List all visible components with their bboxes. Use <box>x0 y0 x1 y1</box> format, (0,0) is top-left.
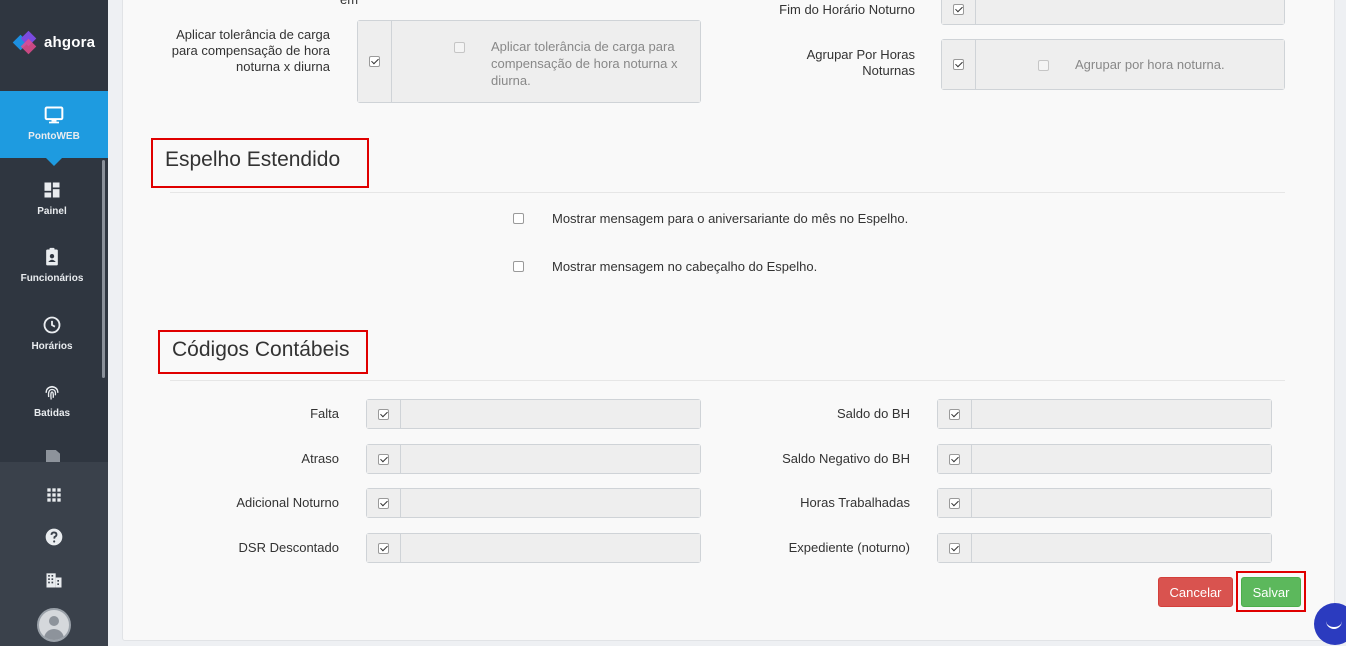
sidebar-item-label: PontoWEB <box>28 131 80 142</box>
agrupar-inner-text: Agrupar por hora noturna. <box>1075 57 1225 72</box>
code-atraso-group <box>366 444 701 474</box>
code-falta-group <box>366 399 701 429</box>
code-atraso-checkbox[interactable] <box>378 453 389 465</box>
code-saldo-bh-checkbox[interactable] <box>949 408 960 420</box>
section-divider <box>170 192 1285 193</box>
code-saldo-bh-input[interactable] <box>972 400 1271 428</box>
code-dsr-group <box>366 533 701 563</box>
sidebar-item-label: Horários <box>31 341 73 352</box>
save-button[interactable]: Salvar <box>1241 577 1301 607</box>
tolerancia-label: Aplicar tolerância de carga para compens… <box>171 27 330 74</box>
code-label-expediente-noturno: Expediente (noturno) <box>788 540 910 555</box>
sidebar-item-painel[interactable]: Painel <box>0 180 104 217</box>
agrupar-label: Agrupar Por Horas Noturnas <box>806 47 915 78</box>
code-saldo-negativo-bh-input[interactable] <box>972 445 1271 473</box>
tolerancia-field[interactable]: Aplicar tolerância de carga para compens… <box>392 21 700 102</box>
sidebar-item-label: Painel <box>37 206 67 217</box>
tolerancia-inner-text: Aplicar tolerância de carga para compens… <box>491 39 678 88</box>
sidebar-item-batidas[interactable]: Batidas <box>0 382 104 419</box>
code-horas-trabalhadas-checkbox[interactable] <box>949 497 960 509</box>
sidebar-item-funcionarios[interactable]: Funcionários <box>0 247 104 284</box>
option-label: Mostrar mensagem para o aniversariante d… <box>552 211 909 226</box>
code-label-adicional-noturno: Adicional Noturno <box>236 495 339 510</box>
apps-grid-icon[interactable] <box>44 485 64 505</box>
code-expediente-noturno-group <box>937 533 1272 563</box>
help-icon[interactable] <box>44 527 64 547</box>
section-divider <box>170 380 1285 381</box>
sidebar-item-horarios[interactable]: Horários <box>0 315 104 352</box>
sidebar-item-label: Batidas <box>33 408 71 419</box>
aniversariante-checkbox[interactable] <box>513 213 524 224</box>
option-label: Mostrar mensagem no cabeçalho do Espelho… <box>552 259 818 274</box>
option-aniversariante[interactable]: Mostrar mensagem para o aniversariante d… <box>513 211 908 226</box>
clock-icon <box>43 316 61 334</box>
sidebar-item-label: Funcionários <box>20 273 84 284</box>
code-saldo-negativo-bh-checkbox[interactable] <box>949 453 960 465</box>
agrupar-input-group: Agrupar por hora noturna. <box>941 39 1285 90</box>
fim-noturno-label: Fim do Horário Noturno <box>779 2 915 17</box>
code-addon <box>367 534 401 562</box>
agrupar-inner-checkbox[interactable] <box>1038 60 1049 71</box>
code-falta-checkbox[interactable] <box>378 408 389 420</box>
code-saldo-bh-group <box>937 399 1272 429</box>
code-expediente-noturno-input[interactable] <box>972 534 1271 562</box>
fim-noturno-input-group <box>941 0 1285 25</box>
code-label-dsr: DSR Descontado <box>238 540 339 555</box>
tolerancia-addon <box>358 21 392 102</box>
code-dsr-input[interactable] <box>401 534 700 562</box>
document-icon[interactable] <box>46 450 60 462</box>
code-saldo-negativo-bh-group <box>937 444 1272 474</box>
code-addon <box>367 400 401 428</box>
badge-icon <box>46 247 58 266</box>
code-addon <box>367 445 401 473</box>
section-title-espelho: Espelho Estendido <box>151 138 369 188</box>
dashboard-icon <box>44 182 60 198</box>
user-avatar-icon[interactable] <box>37 608 71 642</box>
cancel-button[interactable]: Cancelar <box>1158 577 1233 607</box>
agrupar-addon <box>942 40 976 89</box>
code-label-saldo-bh: Saldo do BH <box>837 406 910 421</box>
fim-noturno-addon <box>942 0 976 24</box>
tolerancia-input-group: Aplicar tolerância de carga para compens… <box>357 20 701 103</box>
tolerancia-enable-checkbox[interactable] <box>369 56 380 67</box>
code-adicional-noturno-input[interactable] <box>401 489 700 517</box>
cabecalho-checkbox[interactable] <box>513 261 524 272</box>
code-addon <box>938 445 972 473</box>
agrupar-field[interactable]: Agrupar por hora noturna. <box>976 40 1284 89</box>
brand-name: ahgora <box>44 33 96 51</box>
code-atraso-input[interactable] <box>401 445 700 473</box>
code-horas-trabalhadas-group <box>937 488 1272 518</box>
fim-noturno-checkbox[interactable] <box>953 4 964 15</box>
code-adicional-noturno-group <box>366 488 701 518</box>
code-horas-trabalhadas-input[interactable] <box>972 489 1271 517</box>
code-addon <box>938 534 972 562</box>
code-addon <box>938 400 972 428</box>
code-expediente-noturno-checkbox[interactable] <box>949 542 960 554</box>
section-title-codigos: Códigos Contábeis <box>158 330 368 374</box>
tolerancia-inner-checkbox[interactable] <box>454 42 465 53</box>
sidebar-scrollbar[interactable] <box>102 160 105 378</box>
code-dsr-checkbox[interactable] <box>378 542 389 554</box>
code-label-falta: Falta <box>310 406 339 421</box>
fim-noturno-input[interactable] <box>976 0 1284 24</box>
code-label-horas-trabalhadas: Horas Trabalhadas <box>800 495 910 510</box>
cut-off-label: em <box>340 0 358 7</box>
agrupar-enable-checkbox[interactable] <box>953 59 964 70</box>
code-addon <box>938 489 972 517</box>
sidebar-item-pontoweb[interactable]: PontoWEB <box>0 91 108 166</box>
sidebar: ahgora PontoWEB Painel Funcionários Horá… <box>0 0 108 646</box>
code-falta-input[interactable] <box>401 400 700 428</box>
ahgora-logo-icon <box>12 30 40 55</box>
code-label-atraso: Atraso <box>301 451 339 466</box>
option-cabecalho[interactable]: Mostrar mensagem no cabeçalho do Espelho… <box>513 259 817 274</box>
fingerprint-icon <box>45 385 59 400</box>
brand-logo[interactable]: ahgora <box>12 30 96 55</box>
code-label-saldo-negativo-bh: Saldo Negativo do BH <box>782 451 910 466</box>
code-adicional-noturno-checkbox[interactable] <box>378 497 389 509</box>
building-icon[interactable] <box>44 570 64 590</box>
code-addon <box>367 489 401 517</box>
monitor-icon <box>44 106 64 124</box>
